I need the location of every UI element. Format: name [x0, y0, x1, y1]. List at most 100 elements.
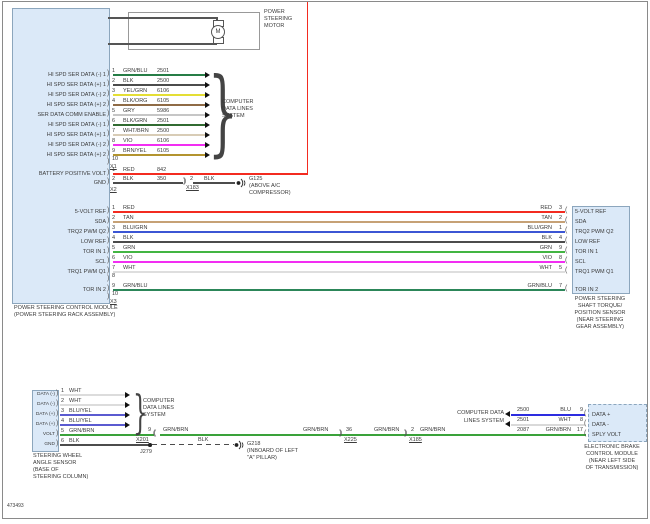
wire — [113, 211, 565, 213]
pin-function-label: HI SPD SER DATA (+) 2 — [46, 152, 106, 158]
pin-bracket: ) — [107, 169, 110, 176]
circuit-number: 2087 — [517, 427, 530, 433]
wire-color-label-right: WHT — [539, 265, 552, 271]
wire — [113, 94, 206, 96]
wire-color-label: GRN/BRN — [420, 427, 446, 433]
pin-number: 10 — [112, 156, 119, 162]
figure-number: 473493 — [7, 503, 24, 509]
wire — [60, 424, 126, 426]
pin-bracket: ) — [107, 80, 110, 87]
computer-data-lines-label2: DATA LINES — [143, 405, 174, 411]
ground-id-g125: G125 — [249, 176, 263, 182]
wire-color-label: GRN/BRN — [303, 427, 329, 433]
pin-function-label: 5-VOLT REF — [74, 209, 106, 215]
sensor-pin-label: TOR IN 1 — [575, 249, 599, 255]
connector-id-x201: X201 — [136, 437, 149, 443]
wire-color-label-right: RED — [540, 205, 552, 211]
wire — [113, 114, 206, 116]
pin-bracket: ) — [107, 120, 110, 127]
pin-bracket: ) — [107, 293, 110, 300]
pin-function-label: GND — [93, 180, 106, 186]
battery-feed-wire-vertical — [306, 2, 308, 174]
pin-function-label: HI SPD SER DATA (+) 1 — [46, 82, 106, 88]
pin-function-label: SER DATA COMM ENABLE — [37, 112, 106, 118]
wire — [511, 424, 585, 426]
wire — [113, 104, 206, 106]
inline-connector-icon: )) — [404, 430, 407, 437]
connector-id-x185: X185 — [409, 437, 422, 443]
pin-bracket: ) — [107, 70, 110, 77]
sensor-pin-label: SCL — [575, 259, 586, 265]
pin-bracket: ) — [56, 410, 59, 417]
pin-bracket: ( — [565, 285, 568, 292]
pin-bracket: ) — [107, 285, 110, 292]
pin-bracket: ) — [56, 430, 59, 437]
sensor-pin-label: TRQ1 PWM Q1 — [575, 269, 614, 275]
circuit-number: 2501 — [517, 417, 530, 423]
pin-bracket: ( — [565, 237, 568, 244]
pin-function-label: DATA (+) — [35, 412, 55, 417]
wire — [60, 414, 126, 416]
ebcm-label1: ELECTRONIC BRAKE — [584, 444, 640, 450]
splice-dot-icon — [148, 443, 152, 447]
connector-pin-number: 36 — [346, 427, 353, 433]
pin-bracket: ) — [107, 158, 110, 165]
computer-data-lines-label1: COMPUTER — [143, 398, 175, 404]
pin-function-label: VOLT — [42, 432, 55, 437]
computer-data-lines-right-label2: LINES SYSTEM — [463, 418, 504, 424]
ground-icon — [234, 440, 244, 450]
ebcm-pin-label: DATA - — [592, 422, 609, 428]
angle-sensor-label2: ANGLE SENSOR — [33, 460, 77, 466]
splice-id-j279: J279 — [140, 449, 152, 455]
motor-wire-top — [108, 17, 217, 19]
wire-color-label-right: TAN — [541, 215, 552, 221]
wiring-diagram-canvas: POWER STEERING CONTROL MODULE (POWER STE… — [0, 0, 650, 524]
wire — [113, 221, 565, 223]
circuit-number: 2500 — [517, 407, 530, 413]
data-line-arrow-icon — [125, 392, 130, 398]
pin-number-right: 2 — [559, 215, 563, 221]
pin-bracket: ) — [107, 150, 110, 157]
inline-connector-icon: )) — [339, 430, 342, 437]
wire-color-label-right: GRN — [539, 245, 552, 251]
wire — [113, 271, 565, 273]
pin-function-label: TOR IN 2 — [82, 287, 106, 293]
pin-function-label: DATA (-) — [37, 392, 55, 397]
pin-function-label: TRQ2 PWM Q2 — [67, 229, 106, 235]
wire-color-label: GRN/BRN — [163, 427, 189, 433]
ground-wire-dashed — [152, 444, 234, 446]
wire-color-label-right: BLU/GRN — [527, 225, 552, 231]
computer-data-lines-label1: COMPUTER — [222, 99, 254, 105]
inline-connector-icon: )) — [183, 178, 186, 185]
computer-data-lines-label3: SYSTEM — [143, 412, 166, 418]
motor-label-line1: POWER — [264, 9, 285, 15]
pin-bracket: ) — [56, 400, 59, 407]
pin-number: 17 — [576, 427, 583, 433]
pin-number-right: 3 — [559, 205, 563, 211]
pin-bracket: ) — [56, 440, 59, 447]
motor-icon: M — [211, 25, 225, 39]
ebcm-label4: OF TRANSMISSION) — [585, 465, 639, 471]
data-line-arrow-icon — [125, 402, 130, 408]
sensor-pin-label: LOW REF — [575, 239, 601, 245]
pin-bracket: ) — [107, 267, 110, 274]
wire — [511, 414, 585, 416]
ebcm-pin-label: SPLY VOLT — [592, 432, 622, 438]
wire — [113, 84, 206, 86]
pin-bracket: ( — [584, 430, 587, 437]
pin-bracket: ( — [584, 410, 587, 417]
ebcm-label3: (NEAR LEFT SIDE — [588, 458, 636, 464]
connector-id-x3: X3 — [110, 299, 117, 305]
pin-number-right: 1 — [559, 225, 563, 231]
pin-bracket: ( — [565, 257, 568, 264]
torque-sensor-label2: SHAFT TORQUE/ — [577, 303, 623, 309]
pin-bracket: ) — [107, 90, 110, 97]
data-line-arrow-icon — [505, 421, 510, 427]
angle-sensor-label1: STEERING WHEEL — [33, 453, 83, 459]
ground-icon — [236, 178, 246, 188]
wire — [60, 394, 126, 396]
ground-id-g218: G218 — [247, 441, 261, 447]
pin-bracket: ) — [107, 110, 110, 117]
pin-number: 8 — [579, 417, 583, 423]
wire-color-label: GRN/BRN — [545, 427, 571, 433]
